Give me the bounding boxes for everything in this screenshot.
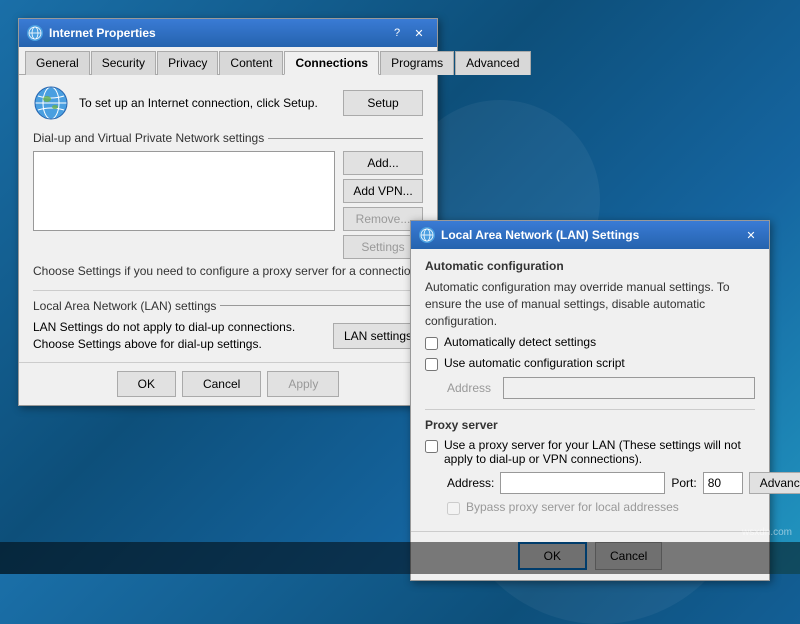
add-vpn-button[interactable]: Add VPN... bbox=[343, 179, 423, 203]
advanced-proxy-button[interactable]: Advanced bbox=[749, 472, 800, 494]
auto-detect-label: Automatically detect settings bbox=[444, 335, 596, 349]
bypass-row: Bypass proxy server for local addresses bbox=[425, 500, 755, 515]
add-button[interactable]: Add... bbox=[343, 151, 423, 175]
section-line bbox=[268, 138, 423, 139]
lan-row: LAN Settings do not apply to dial-up con… bbox=[33, 319, 423, 353]
lan-section-header: Local Area Network (LAN) settings bbox=[33, 299, 423, 313]
lan-description: LAN Settings do not apply to dial-up con… bbox=[33, 319, 323, 353]
use-proxy-row: Use a proxy server for your LAN (These s… bbox=[425, 438, 755, 466]
auto-script-row: Use automatic configuration script bbox=[425, 356, 755, 371]
use-proxy-label: Use a proxy server for your LAN (These s… bbox=[444, 438, 755, 466]
bypass-checkbox[interactable] bbox=[447, 502, 460, 515]
lan-section: Local Area Network (LAN) settings LAN Se… bbox=[33, 290, 423, 353]
proxy-description: Choose Settings if you need to configure… bbox=[33, 263, 423, 280]
help-button[interactable]: ? bbox=[387, 24, 407, 42]
port-label: Port: bbox=[671, 476, 696, 490]
dialup-section-header: Dial-up and Virtual Private Network sett… bbox=[33, 131, 423, 145]
internet-properties-title-bar: Internet Properties ? ✕ bbox=[19, 19, 437, 47]
auto-address-row: Address bbox=[425, 377, 755, 399]
lan-settings-title: Local Area Network (LAN) Settings bbox=[441, 228, 741, 242]
title-bar-buttons: ? ✕ bbox=[387, 24, 429, 42]
setup-button[interactable]: Setup bbox=[343, 90, 423, 116]
cancel-button[interactable]: Cancel bbox=[182, 371, 261, 397]
tab-content[interactable]: Content bbox=[219, 51, 283, 75]
taskbar: wsxdn.com bbox=[0, 542, 800, 574]
address-label: Address bbox=[447, 381, 497, 395]
dialup-list-area: Add... Add VPN... Remove... Settings bbox=[33, 151, 423, 259]
auto-detect-checkbox[interactable] bbox=[425, 337, 438, 350]
use-proxy-checkbox[interactable] bbox=[425, 440, 438, 453]
auto-config-label: Automatic configuration bbox=[425, 259, 755, 273]
tab-general[interactable]: General bbox=[25, 51, 90, 75]
dialup-listbox[interactable] bbox=[33, 151, 335, 231]
proxy-address-input[interactable] bbox=[500, 472, 665, 494]
internet-properties-title: Internet Properties bbox=[49, 26, 387, 40]
port-input[interactable]: 80 bbox=[703, 472, 743, 494]
tab-connections[interactable]: Connections bbox=[284, 51, 379, 75]
auto-config-description: Automatic configuration may override man… bbox=[425, 279, 755, 329]
proxy-address-label: Address: bbox=[447, 476, 494, 490]
lan-settings-body: Automatic configuration Automatic config… bbox=[411, 249, 769, 531]
lan-section-line bbox=[220, 305, 423, 306]
globe-icon bbox=[33, 85, 69, 121]
proxy-server-label: Proxy server bbox=[425, 418, 755, 432]
internet-properties-body: To set up an Internet connection, click … bbox=[19, 75, 437, 362]
setup-text: To set up an Internet connection, click … bbox=[79, 95, 333, 112]
bypass-label: Bypass proxy server for local addresses bbox=[466, 500, 679, 514]
ok-button[interactable]: OK bbox=[117, 371, 176, 397]
lan-settings-dialog: Local Area Network (LAN) Settings ✕ Auto… bbox=[410, 220, 770, 581]
internet-properties-icon bbox=[27, 25, 43, 41]
internet-properties-dialog: Internet Properties ? ✕ General Security… bbox=[18, 18, 438, 406]
internet-properties-footer: OK Cancel Apply bbox=[19, 362, 437, 405]
auto-detect-row: Automatically detect settings bbox=[425, 335, 755, 350]
lan-title-bar-buttons: ✕ bbox=[741, 226, 761, 244]
auto-address-input[interactable] bbox=[503, 377, 755, 399]
setup-row: To set up an Internet connection, click … bbox=[33, 85, 423, 121]
lan-section-label: Local Area Network (LAN) settings bbox=[33, 299, 216, 313]
tab-programs[interactable]: Programs bbox=[380, 51, 454, 75]
lan-close-button[interactable]: ✕ bbox=[741, 226, 761, 244]
tab-privacy[interactable]: Privacy bbox=[157, 51, 218, 75]
tab-security[interactable]: Security bbox=[91, 51, 156, 75]
lan-settings-title-bar: Local Area Network (LAN) Settings ✕ bbox=[411, 221, 769, 249]
auto-script-label: Use automatic configuration script bbox=[444, 356, 625, 370]
lan-settings-icon bbox=[419, 227, 435, 243]
close-button[interactable]: ✕ bbox=[409, 24, 429, 42]
tabs-bar: General Security Privacy Content Connect… bbox=[19, 47, 437, 75]
watermark: wsxdn.com bbox=[742, 527, 792, 538]
apply-button[interactable]: Apply bbox=[267, 371, 339, 397]
dialup-section-label: Dial-up and Virtual Private Network sett… bbox=[33, 131, 264, 145]
proxy-addr-row: Address: Port: 80 Advanced bbox=[425, 472, 755, 494]
auto-script-checkbox[interactable] bbox=[425, 358, 438, 371]
tab-advanced[interactable]: Advanced bbox=[455, 51, 530, 75]
